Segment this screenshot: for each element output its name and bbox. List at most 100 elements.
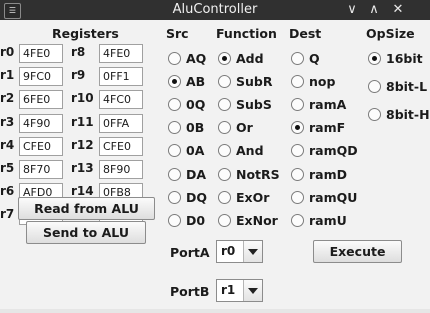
radio-button[interactable] bbox=[291, 167, 304, 181]
register-label: r11 bbox=[71, 114, 94, 129]
radio-button[interactable] bbox=[368, 80, 381, 93]
radio-button[interactable] bbox=[218, 167, 231, 181]
src-option-label: 0A bbox=[186, 143, 205, 159]
chevron-down-icon[interactable] bbox=[243, 241, 262, 262]
register-field[interactable]: 8F70 bbox=[19, 160, 63, 179]
register-label: r2 bbox=[0, 91, 15, 106]
register-label: r13 bbox=[71, 161, 94, 175]
register-label: r0 bbox=[0, 45, 15, 59]
radio-button[interactable] bbox=[291, 75, 304, 89]
src-option-label: 0B bbox=[186, 120, 205, 136]
opsize-heading: OpSize bbox=[366, 26, 415, 41]
register-label: r7 bbox=[0, 207, 15, 222]
radio-button[interactable] bbox=[291, 121, 304, 135]
function-option-label: Or bbox=[236, 120, 253, 136]
register-field[interactable]: 4F90 bbox=[19, 113, 63, 133]
register-label: r6 bbox=[0, 184, 15, 199]
porta-selected-value: r0 bbox=[221, 244, 236, 258]
register-label: r1 bbox=[0, 68, 15, 83]
execute-button[interactable]: Execute bbox=[313, 240, 402, 263]
radio-button[interactable] bbox=[291, 144, 304, 158]
radio-button[interactable] bbox=[168, 144, 181, 158]
radio-button[interactable] bbox=[368, 108, 381, 121]
register-label: r10 bbox=[71, 91, 94, 106]
register-field[interactable]: 8F90 bbox=[99, 160, 143, 179]
register-label: r5 bbox=[0, 161, 15, 175]
radio-button[interactable] bbox=[218, 144, 231, 158]
src-option-label: D0 bbox=[186, 212, 206, 228]
main-panel: Registers r0 4FE0 r8 4FE0 r1 9FC0 r9 0FF1 r2 6FE0… bbox=[0, 20, 430, 313]
collapse-icon[interactable]: ∨ bbox=[343, 1, 361, 19]
porta-label: PortA bbox=[170, 245, 210, 260]
radio-button[interactable] bbox=[218, 52, 231, 65]
dest-option-label: nop bbox=[309, 74, 336, 90]
register-field[interactable]: 4FE0 bbox=[99, 44, 143, 63]
radio-button[interactable] bbox=[168, 121, 181, 135]
register-field[interactable]: CFE0 bbox=[19, 136, 63, 156]
register-field[interactable]: 0FFA bbox=[99, 113, 143, 133]
radio-button[interactable] bbox=[168, 167, 181, 181]
register-field[interactable]: 4FE0 bbox=[19, 44, 63, 63]
radio-button[interactable] bbox=[218, 98, 231, 112]
dest-option-label: ramA bbox=[309, 97, 347, 113]
register-field[interactable]: 9FC0 bbox=[19, 67, 63, 87]
dest-option-label: ramU bbox=[309, 212, 347, 228]
register-field[interactable]: 6FE0 bbox=[19, 90, 63, 110]
function-option-label: And bbox=[236, 143, 264, 159]
dest-option-label: ramF bbox=[309, 120, 346, 136]
function-option-label: Add bbox=[236, 51, 264, 66]
src-option-label: AB bbox=[186, 74, 206, 90]
register-label: r8 bbox=[71, 45, 86, 59]
register-field[interactable]: CFE0 bbox=[99, 136, 143, 156]
chevron-down-icon[interactable] bbox=[243, 280, 262, 301]
radio-button[interactable] bbox=[168, 190, 181, 204]
register-field[interactable]: 4FC0 bbox=[99, 90, 143, 110]
portb-selected-value: r1 bbox=[221, 283, 236, 297]
radio-button[interactable] bbox=[168, 75, 181, 89]
title-bar: ☰ AluController ∨ ∧ ✕ bbox=[0, 0, 430, 20]
opsize-option-label: 8bit-H bbox=[386, 107, 430, 122]
register-label: r12 bbox=[71, 137, 94, 152]
portb-select[interactable]: r1 bbox=[216, 279, 263, 302]
function-option-label: ExNor bbox=[236, 212, 278, 228]
radio-button[interactable] bbox=[168, 52, 181, 65]
function-option-label: SubR bbox=[236, 74, 273, 90]
radio-button[interactable] bbox=[218, 75, 231, 89]
radio-button[interactable] bbox=[168, 98, 181, 112]
src-option-label: DA bbox=[186, 166, 207, 182]
dest-option-label: Q bbox=[309, 51, 320, 66]
function-option-label: SubS bbox=[236, 97, 272, 113]
register-field[interactable]: 0FF1 bbox=[99, 67, 143, 87]
dest-option-label: ramQU bbox=[309, 189, 358, 205]
src-option-label: DQ bbox=[186, 189, 208, 205]
close-icon[interactable]: ✕ bbox=[389, 1, 407, 19]
read-from-alu-button[interactable]: Read from ALU bbox=[18, 197, 155, 220]
window-bottom-edge bbox=[0, 309, 430, 313]
porta-select[interactable]: r0 bbox=[216, 240, 263, 263]
src-option-label: 0Q bbox=[186, 97, 206, 113]
portb-label: PortB bbox=[170, 284, 210, 299]
expand-icon[interactable]: ∧ bbox=[365, 1, 383, 19]
dest-heading: Dest bbox=[289, 26, 322, 41]
dest-option-label: ramQD bbox=[309, 143, 358, 159]
register-label: r4 bbox=[0, 137, 15, 152]
src-option-label: AQ bbox=[186, 51, 207, 66]
function-option-label: ExOr bbox=[236, 189, 270, 205]
radio-button[interactable] bbox=[291, 98, 304, 112]
radio-button[interactable] bbox=[218, 190, 231, 204]
radio-button[interactable] bbox=[368, 52, 381, 65]
radio-button[interactable] bbox=[291, 190, 304, 204]
registers-heading: Registers bbox=[52, 26, 119, 41]
register-label: r9 bbox=[71, 68, 86, 83]
radio-button[interactable] bbox=[168, 213, 181, 227]
function-heading: Function bbox=[216, 26, 277, 41]
function-option-label: NotRS bbox=[236, 166, 280, 182]
radio-button[interactable] bbox=[218, 121, 231, 135]
send-to-alu-button[interactable]: Send to ALU bbox=[26, 221, 146, 244]
opsize-option-label: 16bit bbox=[386, 51, 423, 66]
opsize-option-label: 8bit-L bbox=[386, 79, 428, 94]
register-label: r3 bbox=[0, 114, 15, 129]
radio-button[interactable] bbox=[291, 213, 304, 227]
radio-button[interactable] bbox=[291, 52, 304, 65]
radio-button[interactable] bbox=[218, 213, 231, 227]
